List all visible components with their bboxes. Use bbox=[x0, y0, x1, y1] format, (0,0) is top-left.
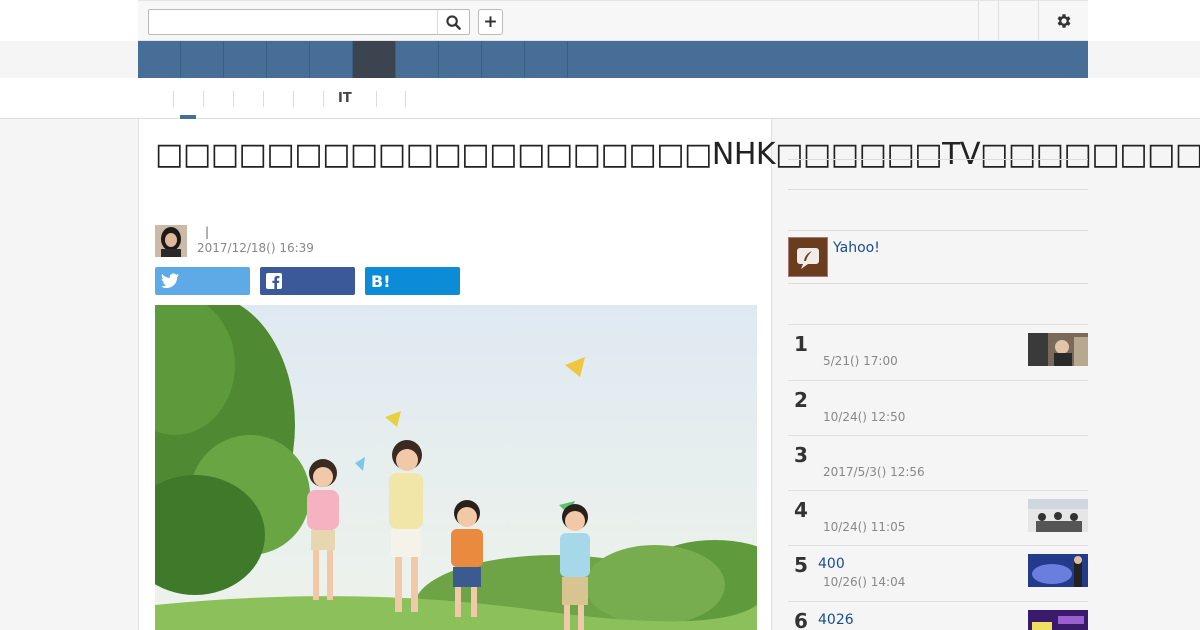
sidebar-divider bbox=[788, 230, 1088, 231]
share-hatena-button[interactable]: B! bbox=[365, 267, 460, 295]
ranking-item[interactable]: 3 2017/5/3() 12:56 bbox=[788, 435, 1088, 490]
ranking-number: 6 bbox=[794, 609, 808, 630]
sidebar-divider bbox=[788, 159, 1088, 160]
article: □□□□□□□□□□□□□□□□□□□□NHK□□□□□□TV□□□□□□□□□… bbox=[138, 119, 1200, 630]
ranking-title[interactable]: 4026 bbox=[818, 612, 854, 628]
ranking-date: 10/26() 14:04 bbox=[823, 575, 906, 589]
sidebar-divider bbox=[788, 283, 1088, 284]
share-twitter-button[interactable] bbox=[155, 267, 250, 295]
sidebar: Yahoo! 1 5/21() 17:00 2 10/24() 12:50 3 … bbox=[772, 119, 1088, 630]
sidebar-promo-link[interactable]: Yahoo! bbox=[833, 240, 880, 256]
article-title: □□□□□□□□□□□□□□□□□□□□NHK□□□□□□TV□□□□□□□□□… bbox=[155, 137, 1200, 172]
ranking-item[interactable]: 1 5/21() 17:00 bbox=[788, 324, 1088, 379]
ranking-date: 10/24() 11:05 bbox=[823, 520, 906, 534]
share-facebook-button[interactable] bbox=[260, 267, 355, 295]
search-box bbox=[148, 9, 470, 35]
subnav-item-it[interactable]: IT bbox=[323, 91, 376, 107]
ranking-item[interactable]: 6 4026 bbox=[788, 601, 1088, 630]
subnav-item-1[interactable] bbox=[173, 91, 203, 107]
sub-nav: IT bbox=[0, 78, 1200, 119]
top-tool-2[interactable] bbox=[998, 1, 1038, 40]
ranking-thumbnail[interactable] bbox=[1028, 554, 1088, 587]
ranking-number: 1 bbox=[794, 332, 808, 356]
ranking-thumbnail[interactable] bbox=[1028, 333, 1088, 366]
nav-item-8[interactable] bbox=[439, 41, 482, 78]
ranking-number: 3 bbox=[794, 443, 808, 467]
subnav-item-2[interactable] bbox=[203, 91, 233, 107]
article-hero-image bbox=[155, 305, 757, 630]
nav-item-6-active[interactable] bbox=[353, 41, 396, 78]
quill-icon[interactable] bbox=[788, 237, 828, 277]
ranking-number: 4 bbox=[794, 498, 808, 522]
ranking-date: 2017/5/3() 12:56 bbox=[823, 465, 925, 479]
ranking-item[interactable]: 5 400 10/26() 14:04 bbox=[788, 545, 1088, 600]
facebook-f-icon bbox=[266, 273, 282, 289]
top-tool-1[interactable] bbox=[978, 1, 998, 40]
subnav-item-5[interactable] bbox=[293, 91, 323, 107]
search-icon bbox=[446, 14, 461, 30]
top-bar: + bbox=[0, 0, 1200, 41]
subnav-item-7[interactable] bbox=[376, 91, 406, 107]
nav-item-3[interactable] bbox=[224, 41, 267, 78]
ranking-thumbnail[interactable] bbox=[1028, 499, 1088, 532]
ranking-number: 5 bbox=[794, 553, 808, 577]
add-button[interactable]: + bbox=[478, 9, 503, 35]
author-separator: | bbox=[205, 225, 210, 239]
twitter-bird-icon bbox=[161, 273, 179, 289]
sidebar-divider bbox=[788, 189, 1088, 190]
top-bar-inner: + bbox=[138, 0, 1088, 41]
nav-item-9[interactable] bbox=[482, 41, 525, 78]
ranking-item[interactable]: 2 10/24() 12:50 bbox=[788, 380, 1088, 435]
nav-item-7[interactable] bbox=[396, 41, 439, 78]
subnav-item-4[interactable] bbox=[263, 91, 293, 107]
author-avatar[interactable] bbox=[155, 225, 187, 257]
ranking-number: 2 bbox=[794, 388, 808, 412]
main-nav bbox=[138, 41, 1088, 78]
ranking-date: 10/24() 12:50 bbox=[823, 410, 906, 424]
hatena-bookmark-icon: B! bbox=[371, 271, 391, 291]
subnav-item-3[interactable] bbox=[233, 91, 263, 107]
nav-item-5[interactable] bbox=[310, 41, 353, 78]
top-right-tools bbox=[978, 1, 1088, 40]
gear-icon bbox=[1057, 13, 1070, 28]
settings-button[interactable] bbox=[1038, 1, 1088, 40]
search-input[interactable] bbox=[149, 10, 437, 34]
article-date: 2017/12/18() 16:39 bbox=[197, 241, 314, 255]
ranking-item[interactable]: 4 10/24() 11:05 bbox=[788, 490, 1088, 545]
ranking-title[interactable]: 400 bbox=[818, 556, 845, 572]
nav-item-4[interactable] bbox=[267, 41, 310, 78]
nav-item-2[interactable] bbox=[181, 41, 224, 78]
search-button[interactable] bbox=[437, 10, 469, 34]
nav-item-10[interactable] bbox=[525, 41, 568, 78]
nav-item-1[interactable] bbox=[138, 41, 181, 78]
ranking-thumbnail[interactable] bbox=[1028, 610, 1088, 630]
ranking-date: 5/21() 17:00 bbox=[823, 354, 898, 368]
